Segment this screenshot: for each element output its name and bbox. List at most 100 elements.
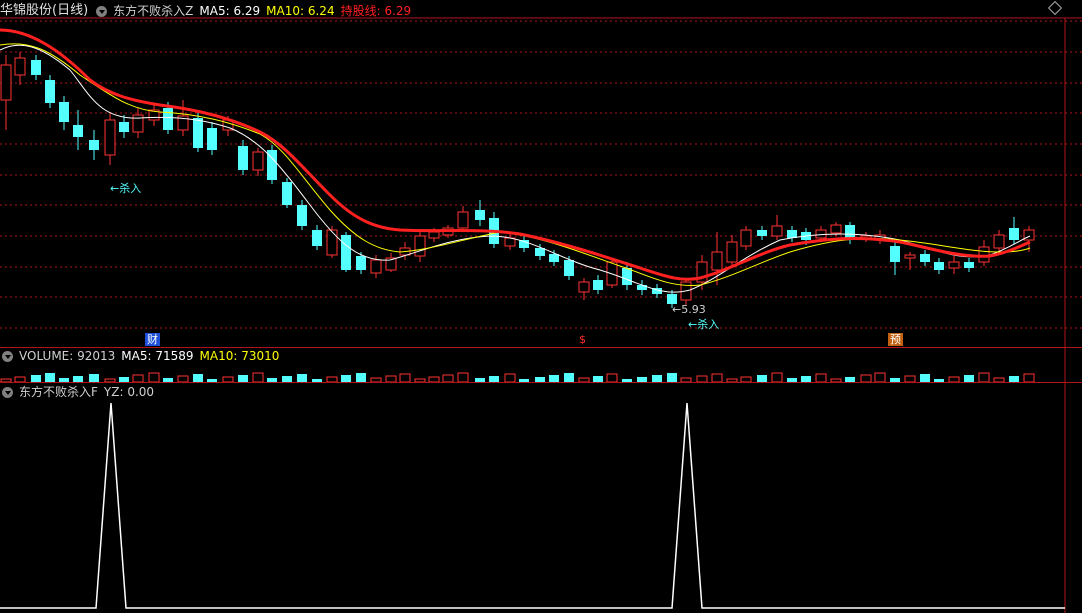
candle-body-up [457,211,469,229]
finance-marker[interactable]: 财 [145,333,160,346]
candle-body-down [1009,228,1019,240]
candle-body-down [549,254,559,262]
indicator-chart[interactable] [0,383,1082,613]
volume-bar-up [860,374,872,383]
candle-body-up [726,241,738,263]
candle-body-down [297,205,307,226]
candle-body-up [326,229,338,256]
candle-body-down [341,235,351,270]
volume-bar-down [564,373,574,382]
candle-body-down [119,122,129,132]
volume-bar-down [297,374,307,382]
candle-body-down [73,125,83,137]
volume-value: VOLUME: 92013 [19,349,116,363]
candle-body-down [193,118,203,148]
candle-body-down [31,60,41,75]
candle-body-down [59,102,69,122]
hold-line-value: 持股线: 6.29 [340,4,412,18]
volume-bar-up [874,372,886,383]
volume-bar-up [148,372,160,383]
volume-bar-up [815,373,827,383]
volume-legend: VOLUME: 92013 MA5: 71589 MA10: 73010 [0,347,285,365]
volume-bar-down [920,374,930,382]
candle-body-down [475,210,485,220]
volume-bar-down [193,374,203,382]
candle-body-down [622,268,632,285]
candle-body-down [964,262,974,268]
forecast-marker[interactable]: 预 [888,333,903,346]
volume-bar-down [238,375,248,382]
volume-bar-up [771,372,783,383]
main-chart-panel[interactable]: 华锦股份(日线) 东方不败杀入Z MA5: 6.29 MA10: 6.24 持股… [0,0,1082,347]
candle-body-down [637,285,647,290]
kill-in-annotation: ←杀入 [688,318,720,331]
candle-body-down [238,146,248,170]
volume-bar-up [606,373,618,383]
volume-bar-down [964,375,974,382]
ma5-value: MA5: 6.29 [199,4,261,18]
volume-bar-up [132,374,144,383]
candle-body-up [14,57,26,76]
candle-body-up [0,64,12,101]
volume-bar-down [549,375,559,382]
ma10-value: MA10: 6.24 [266,4,335,18]
candle-body-up [370,259,382,274]
candle-body-down [282,182,292,205]
volume-bar-down [667,373,677,382]
volume-ma5-value: MA5: 71589 [121,349,194,363]
dividend-marker[interactable]: $ [577,333,588,346]
candle-body-down [934,262,944,270]
volume-bar-up [1023,373,1035,383]
main-legend: 华锦股份(日线) 东方不败杀入Z MA5: 6.29 MA10: 6.24 持股… [0,2,417,20]
volume-bar-up [442,374,454,383]
stock-title: 华锦股份(日线) [0,3,89,18]
candle-body-up [830,224,842,234]
volume-bar-up [978,372,990,383]
volume-bar-up [504,373,516,383]
volume-bar-down [356,373,366,382]
candle-body-down [45,80,55,103]
candle-body-down [89,140,99,150]
volume-bar-up [711,373,723,383]
candle-body-down [356,256,366,270]
candle-body-up [711,251,723,271]
candle-body-up [993,234,1005,249]
yz-value: YZ: 0.00 [103,385,155,399]
volume-bar-down [89,374,99,382]
candle-body-down [207,128,217,150]
volume-ma10-value: MA10: 73010 [199,349,280,363]
volume-bar-up [252,372,264,383]
ma5-line [0,44,1031,293]
candle-body-down [920,254,930,262]
candle-body-down [593,280,603,290]
volume-bar-down [341,375,351,382]
volume-bar-down [45,373,55,382]
collapse-triangle-icon[interactable] [2,350,13,362]
ma10-line [0,43,1031,286]
low-price-annotation: ←5.93 [672,303,706,316]
collapse-triangle-icon[interactable] [2,386,13,398]
candle-body-down [163,108,173,130]
volume-bar-up [457,372,469,383]
indicator-title: 东方不败杀入F [19,385,98,399]
candle-body-up [252,151,264,171]
candle-body-up [904,254,916,259]
candle-body-up [948,261,960,269]
collapse-triangle-icon[interactable] [96,5,108,17]
kill-in-annotation: ←杀入 [110,182,142,195]
volume-panel[interactable]: VOLUME: 92013 MA5: 71589 MA10: 73010 [0,347,1082,383]
volume-bar-down [652,375,662,382]
candle-body-down [312,230,322,246]
volume-bar-down [757,375,767,382]
candle-body-down [890,246,900,262]
candle-body-up [771,225,783,237]
candle-body-up [104,119,116,156]
indicator-legend: 东方不败杀入F YZ: 0.00 [0,383,160,401]
indicator-panel[interactable]: 东方不败杀入F YZ: 0.00 [0,383,1082,613]
candle-body-up [740,229,752,247]
candle-body-up [578,281,590,293]
candle-body-down [564,260,574,276]
candle-body-up [428,231,440,239]
volume-bar-up [399,373,411,383]
candlestick-chart[interactable] [0,0,1082,347]
